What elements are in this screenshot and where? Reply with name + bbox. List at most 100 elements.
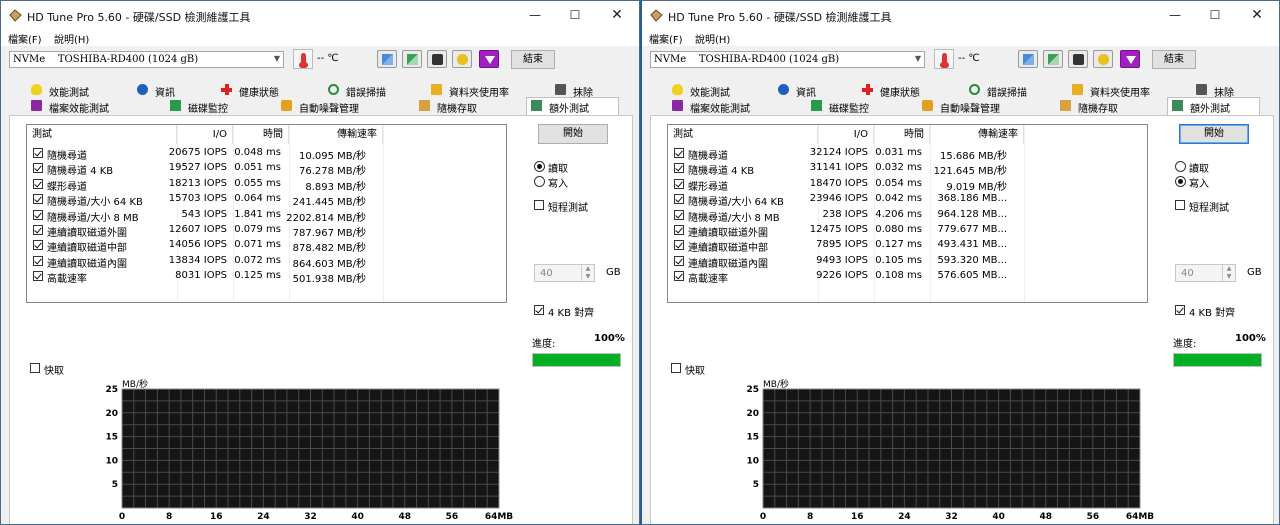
y-tick-label: 25	[746, 385, 759, 395]
tab-label: 檔案效能測試	[49, 104, 109, 115]
extra-tests-icon	[531, 100, 542, 111]
info-icon	[137, 84, 148, 95]
random-access-icon	[419, 100, 430, 111]
transfer-rate-chart: MB/秒 5 10 15 20 25 0 8 16 24 32 40 48 56 64MB	[746, 378, 1154, 522]
screenshot-button[interactable]	[1068, 50, 1088, 68]
copy-text-button[interactable]	[377, 50, 397, 68]
file-benchmark-icon	[31, 100, 42, 111]
tab-row-2: 檔案效能測試 磁碟監控 自動噪聲管理 隨機存取 額外測試	[650, 97, 1266, 115]
x-tick-label: 32	[304, 512, 317, 522]
drive-select[interactable]: NVMe TOSHIBA-RD400 (1024 gB) ▼	[9, 51, 284, 68]
trash-icon	[555, 84, 566, 95]
y-axis-label: MB/秒	[763, 378, 789, 390]
health-cross-icon	[862, 84, 873, 95]
window-title: HD Tune Pro 5.60 - 硬碟/SSD 檢測維護工具	[668, 11, 892, 24]
extra-tests-panel: 測試 I/O 時間 傳輸速率 隨機尋道 32124 IOPS 0.031 ms 15.686 …	[650, 115, 1274, 524]
x-tick-label: 16	[851, 512, 864, 522]
speaker-icon	[922, 100, 933, 111]
x-tick-label: 64MB	[1126, 512, 1154, 522]
menu-item-help[interactable]: 說明(H)	[54, 31, 89, 46]
minimize-button[interactable]: —	[1155, 1, 1195, 30]
y-tick-label: 10	[746, 456, 759, 466]
thermometer-icon	[934, 49, 954, 69]
maximize-button[interactable]: ☐	[555, 1, 595, 30]
options-button[interactable]	[452, 50, 472, 68]
copy-image-button[interactable]	[1043, 50, 1063, 68]
x-tick-label: 56	[446, 512, 459, 522]
x-tick-label: 48	[1039, 512, 1052, 522]
temperature-readout: -- ℃	[317, 53, 339, 64]
minimize-button[interactable]: —	[515, 1, 555, 30]
x-tick-label: 24	[898, 512, 911, 522]
x-tick-label: 16	[210, 512, 223, 522]
close-button[interactable]: ✕	[597, 1, 637, 30]
options-button[interactable]	[1093, 50, 1113, 68]
folder-icon	[431, 84, 442, 95]
speaker-icon	[281, 100, 292, 111]
exit-button[interactable]: 結束	[1152, 50, 1196, 69]
disk-monitor-icon	[170, 100, 181, 111]
folder-icon	[1072, 84, 1083, 95]
thermometer-bulb	[940, 62, 949, 68]
tab-label: 額外測試	[1190, 104, 1230, 115]
disk-monitor-icon	[811, 100, 822, 111]
copy-text-icon	[382, 54, 393, 65]
temperature-readout: -- ℃	[958, 53, 980, 64]
download-arrow-icon	[485, 56, 495, 64]
menu-item-help[interactable]: 說明(H)	[695, 31, 730, 46]
x-tick-label: 8	[166, 512, 172, 522]
x-tick-label: 56	[1087, 512, 1100, 522]
menu-bar: 檔案(F) 說明(H)	[1, 30, 639, 46]
screenshot-button[interactable]	[427, 50, 447, 68]
menu-item-file[interactable]: 檔案(F)	[8, 31, 42, 46]
tab-row-1: 效能測試 資訊 健康狀態 錯誤掃描 資料夾使用率 抹除	[9, 81, 625, 99]
drive-select-value: NVMe TOSHIBA-RD400 (1024 gB)	[13, 54, 199, 65]
y-tick-label: 20	[105, 409, 118, 419]
tab-row-2: 檔案效能測試 磁碟監控 自動噪聲管理 隨機存取 額外測試	[9, 97, 625, 115]
copy-text-icon	[1023, 54, 1034, 65]
trash-icon	[1196, 84, 1207, 95]
maximize-button[interactable]: ☐	[1195, 1, 1235, 30]
magnifier-icon	[969, 84, 980, 95]
copy-image-button[interactable]	[402, 50, 422, 68]
client-area: NVMe TOSHIBA-RD400 (1024 gB) ▼ -- ℃ 結束效能測試資…	[1, 46, 639, 524]
magnifier-icon	[328, 84, 339, 95]
tab-label: 自動噪聲管理	[940, 104, 1000, 115]
tab-label: 隨機存取	[437, 104, 477, 115]
close-button[interactable]: ✕	[1237, 1, 1277, 30]
save-button[interactable]	[479, 50, 499, 68]
tab-label: 磁碟監控	[188, 104, 228, 115]
hdtune-window-1: HD Tune Pro 5.60 - 硬碟/SSD 檢測維護工具 — ☐ ✕ 檔案(F)…	[0, 0, 640, 525]
chevron-down-icon: ▼	[914, 54, 921, 63]
y-tick-label: 20	[746, 409, 759, 419]
y-tick-label: 5	[753, 480, 759, 490]
app-icon	[650, 9, 663, 22]
tab-extra-tests[interactable]: 額外測試	[1167, 97, 1260, 115]
copy-image-icon	[407, 54, 418, 65]
y-tick-label: 10	[105, 456, 118, 466]
drive-select-value: NVMe TOSHIBA-RD400 (1024 gB)	[654, 54, 840, 65]
x-tick-label: 24	[257, 512, 270, 522]
file-benchmark-icon	[672, 100, 683, 111]
title-bar[interactable]: HD Tune Pro 5.60 - 硬碟/SSD 檢測維護工具 — ☐ ✕	[1, 1, 639, 30]
extra-tests-icon	[1172, 100, 1183, 111]
x-tick-label: 40	[992, 512, 1005, 522]
x-tick-label: 40	[351, 512, 364, 522]
extra-tests-panel: 測試 I/O 時間 傳輸速率 隨機尋道 20675 IOPS 0.048 ms 10.095 …	[9, 115, 633, 524]
desktop: HD Tune Pro 5.60 - 硬碟/SSD 檢測維護工具 — ☐ ✕ 檔案(F)…	[0, 0, 1280, 525]
drive-select[interactable]: NVMe TOSHIBA-RD400 (1024 gB) ▼	[650, 51, 925, 68]
info-icon	[778, 84, 789, 95]
bulb-icon	[31, 84, 42, 95]
exit-button[interactable]: 結束	[511, 50, 555, 69]
x-tick-label: 32	[945, 512, 958, 522]
title-bar[interactable]: HD Tune Pro 5.60 - 硬碟/SSD 檢測維護工具 — ☐ ✕	[642, 1, 1279, 30]
copy-text-button[interactable]	[1018, 50, 1038, 68]
thermometer-bulb	[299, 62, 308, 68]
save-button[interactable]	[1120, 50, 1140, 68]
health-cross-icon	[221, 84, 232, 95]
options-icon	[1098, 54, 1109, 65]
menu-item-file[interactable]: 檔案(F)	[649, 31, 683, 46]
y-tick-label: 25	[105, 385, 118, 395]
tab-extra-tests[interactable]: 額外測試	[526, 97, 619, 115]
download-arrow-icon	[1126, 56, 1136, 64]
